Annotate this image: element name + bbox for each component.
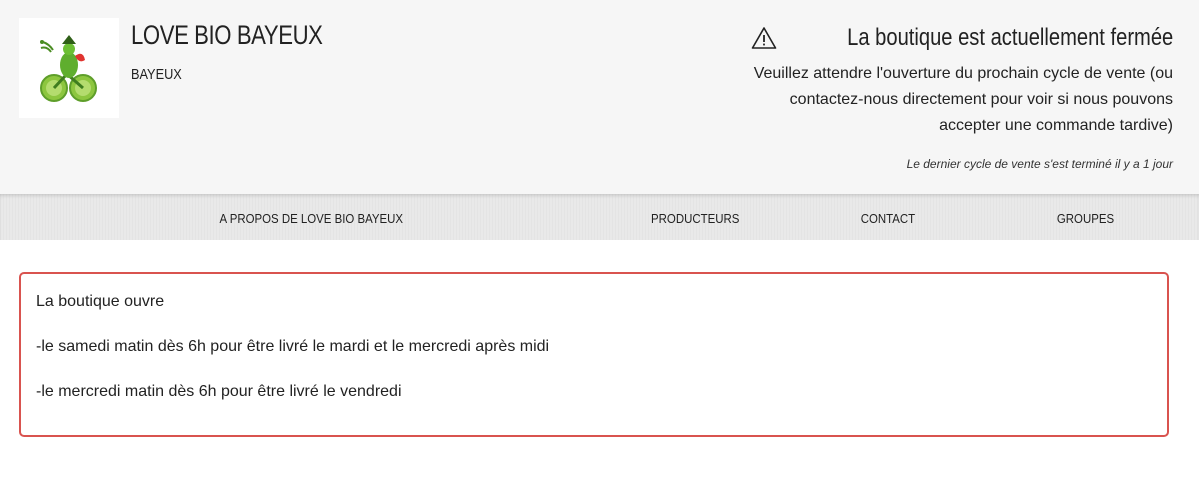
status-message: Veuillez attendre l'ouverture du prochai… [753, 65, 1173, 134]
shop-name: LOVE BIO BAYEUX [131, 20, 323, 50]
closed-status-title: La boutique est actuellement fermée [751, 24, 1173, 52]
warning-triangle-icon [751, 27, 777, 49]
nav-item-contact[interactable]: CONTACT [861, 211, 915, 226]
nav-item-producers[interactable]: PRODUCTEURS [651, 211, 739, 226]
shop-logo[interactable] [19, 18, 119, 118]
notice-line: -le mercredi matin dès 6h pour être livr… [36, 383, 402, 400]
notice-line: -le samedi matin dès 6h pour être livré … [36, 338, 550, 355]
last-cycle-note: Le dernier cycle de vente s'est terminé … [906, 157, 1173, 171]
cyclist-frog-logo-icon [40, 35, 97, 102]
main-nav: A PROPOS DE LOVE BIO BAYEUX PRODUCTEURS … [0, 194, 1199, 240]
status-title-text: La boutique est actuellement fermée [846, 24, 1173, 51]
nav-item-about[interactable]: A PROPOS DE LOVE BIO BAYEUX [220, 211, 404, 226]
opening-notice: La boutique ouvre -le samedi matin dès 6… [19, 272, 1169, 437]
shop-city: BAYEUX [131, 66, 182, 83]
notice-line: La boutique ouvre [36, 293, 165, 310]
nav-item-groups[interactable]: GROUPES [1057, 211, 1114, 226]
shop-header: LOVE BIO BAYEUX BAYEUX La boutique est a… [0, 0, 1199, 194]
